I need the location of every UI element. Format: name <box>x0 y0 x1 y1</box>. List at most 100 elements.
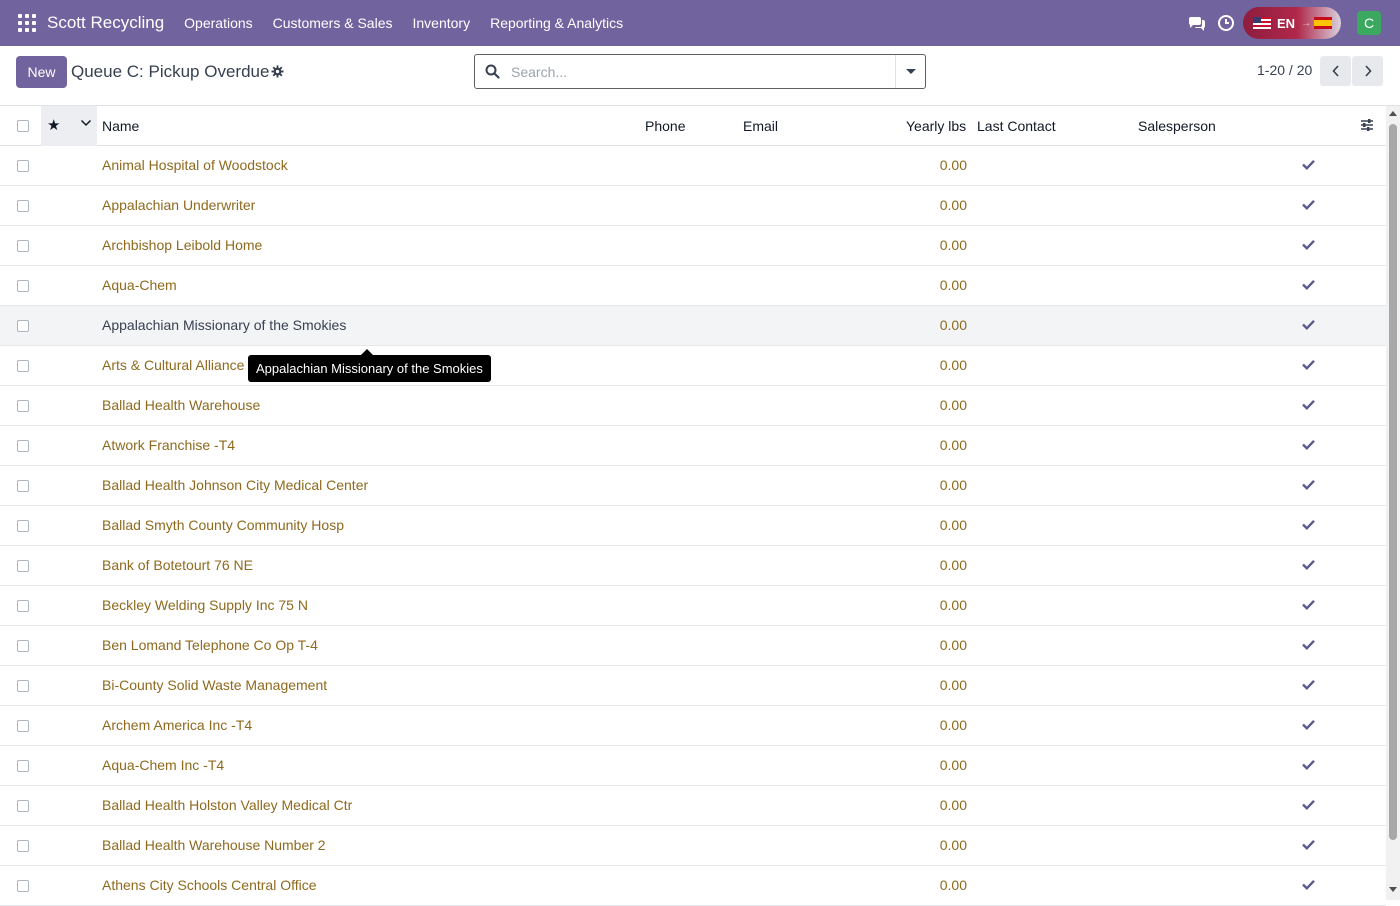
app-grid-icon[interactable] <box>18 14 36 32</box>
optional-columns-icon[interactable] <box>1360 118 1374 132</box>
row-checkbox[interactable] <box>17 760 29 772</box>
row-checkbox[interactable] <box>17 680 29 692</box>
menu-item-operations[interactable]: Operations <box>174 15 262 31</box>
scrollbar-thumb[interactable] <box>1389 124 1397 840</box>
column-header-last-contact[interactable]: Last Contact <box>977 118 1056 134</box>
menu-item-customers-sales[interactable]: Customers & Sales <box>263 15 403 31</box>
row-name[interactable]: Bi-County Solid Waste Management <box>102 677 327 693</box>
table-row[interactable]: Ballad Health Warehouse Number 2 0.00 <box>0 826 1386 866</box>
table-row[interactable]: Ben Lomand Telephone Co Op T-4 0.00 <box>0 626 1386 666</box>
table-row[interactable]: Archbishop Leibold Home 0.00 <box>0 226 1386 266</box>
row-name[interactable]: Arts & Cultural Alliance <box>102 357 244 373</box>
row-name[interactable]: Aqua-Chem <box>102 277 177 293</box>
star-icon[interactable]: ★ <box>47 116 60 134</box>
row-name[interactable]: Athens City Schools Central Office <box>102 877 317 893</box>
table-row[interactable]: Aqua-Chem 0.00 <box>0 266 1386 306</box>
main-menu: Operations Customers & Sales Inventory R… <box>174 15 633 31</box>
table-row[interactable]: Arts & Cultural Alliance 0.00 <box>0 346 1386 386</box>
menu-item-reporting-analytics[interactable]: Reporting & Analytics <box>480 15 633 31</box>
row-name[interactable]: Ballad Health Warehouse <box>102 397 260 413</box>
row-checkbox[interactable] <box>17 480 29 492</box>
new-button[interactable]: New <box>16 56 67 88</box>
search-options-toggle[interactable] <box>895 55 925 88</box>
row-checkbox[interactable] <box>17 240 29 252</box>
row-yearly-lbs: 0.00 <box>939 357 967 373</box>
row-checkbox[interactable] <box>17 200 29 212</box>
language-code: EN <box>1277 15 1296 31</box>
pager-next-button[interactable] <box>1352 56 1383 86</box>
row-name[interactable]: Archem America Inc -T4 <box>102 717 252 733</box>
user-avatar[interactable]: C <box>1357 11 1381 35</box>
row-checkbox[interactable] <box>17 520 29 532</box>
pager-previous-button[interactable] <box>1320 56 1351 86</box>
gear-icon[interactable] <box>271 65 284 78</box>
table-row[interactable]: Aqua-Chem Inc -T4 0.00 <box>0 746 1386 786</box>
row-name[interactable]: Beckley Welding Supply Inc 75 N <box>102 597 308 613</box>
table-row[interactable]: Appalachian Underwriter 0.00 <box>0 186 1386 226</box>
row-name[interactable]: Bank of Botetourt 76 NE <box>102 557 253 573</box>
row-name[interactable]: Ben Lomand Telephone Co Op T-4 <box>102 637 318 653</box>
checkmark-icon <box>1302 239 1315 250</box>
name-tooltip: Appalachian Missionary of the Smokies <box>248 349 491 382</box>
checkmark-icon <box>1302 199 1315 210</box>
select-all-checkbox[interactable] <box>17 120 29 132</box>
search-input[interactable] <box>511 63 881 80</box>
control-panel: New Queue C: Pickup Overdue 1-20 / 20 <box>0 46 1400 106</box>
row-checkbox[interactable] <box>17 800 29 812</box>
row-name[interactable]: Animal Hospital of Woodstock <box>102 157 288 173</box>
menu-item-inventory[interactable]: Inventory <box>402 15 480 31</box>
row-name[interactable]: Ballad Smyth County Community Hosp <box>102 517 344 533</box>
row-name[interactable]: Atwork Franchise -T4 <box>102 437 235 453</box>
row-checkbox[interactable] <box>17 400 29 412</box>
row-checkbox[interactable] <box>17 640 29 652</box>
vertical-scrollbar[interactable] <box>1386 106 1400 900</box>
row-checkbox[interactable] <box>17 280 29 292</box>
row-checkbox[interactable] <box>17 880 29 892</box>
checkmark-icon <box>1302 279 1315 290</box>
table-row[interactable]: Bank of Botetourt 76 NE 0.00 <box>0 546 1386 586</box>
chat-icon[interactable] <box>1187 13 1207 33</box>
row-name[interactable]: Ballad Health Johnson City Medical Cente… <box>102 477 368 493</box>
row-checkbox[interactable] <box>17 720 29 732</box>
table-row[interactable]: Ballad Smyth County Community Hosp 0.00 <box>0 506 1386 546</box>
table-row[interactable]: Atwork Franchise -T4 0.00 <box>0 426 1386 466</box>
column-header-yearly-lbs[interactable]: Yearly lbs <box>906 118 966 134</box>
navbar-systray: EN → C <box>1187 0 1400 46</box>
column-header-phone[interactable]: Phone <box>645 118 685 134</box>
row-checkbox[interactable] <box>17 320 29 332</box>
table-row[interactable]: Animal Hospital of Woodstock 0.00 <box>0 146 1386 186</box>
row-checkbox[interactable] <box>17 160 29 172</box>
row-name[interactable]: Appalachian Underwriter <box>102 197 255 213</box>
table-row[interactable]: Ballad Health Warehouse 0.00 <box>0 386 1386 426</box>
row-name[interactable]: Ballad Health Holston Valley Medical Ctr <box>102 797 352 813</box>
row-checkbox[interactable] <box>17 360 29 372</box>
row-name[interactable]: Archbishop Leibold Home <box>102 237 262 253</box>
row-yearly-lbs: 0.00 <box>939 237 967 253</box>
table-row[interactable]: Ballad Health Johnson City Medical Cente… <box>0 466 1386 506</box>
table-row[interactable]: Athens City Schools Central Office 0.00 <box>0 866 1386 906</box>
pager-value[interactable]: 1-20 / 20 <box>1257 62 1312 78</box>
row-name[interactable]: Appalachian Missionary of the Smokies <box>102 317 346 333</box>
app-brand[interactable]: Scott Recycling <box>47 13 164 33</box>
scroll-down-arrow-icon[interactable] <box>1389 887 1397 892</box>
scroll-up-arrow-icon[interactable] <box>1389 111 1397 116</box>
activity-clock-icon[interactable] <box>1217 14 1235 32</box>
row-yearly-lbs: 0.00 <box>939 517 967 533</box>
table-row[interactable]: Beckley Welding Supply Inc 75 N 0.00 <box>0 586 1386 626</box>
table-row[interactable]: Archem America Inc -T4 0.00 <box>0 706 1386 746</box>
row-name[interactable]: Aqua-Chem Inc -T4 <box>102 757 224 773</box>
row-checkbox[interactable] <box>17 840 29 852</box>
column-header-email[interactable]: Email <box>743 118 778 134</box>
chevron-down-icon[interactable] <box>80 118 92 128</box>
row-checkbox[interactable] <box>17 600 29 612</box>
row-checkbox[interactable] <box>17 560 29 572</box>
table-row[interactable]: Ballad Health Holston Valley Medical Ctr… <box>0 786 1386 826</box>
column-header-name[interactable]: Name <box>102 118 139 134</box>
row-name[interactable]: Ballad Health Warehouse Number 2 <box>102 837 326 853</box>
column-header-salesperson[interactable]: Salesperson <box>1138 118 1216 134</box>
row-yearly-lbs: 0.00 <box>939 797 967 813</box>
table-row[interactable]: Appalachian Missionary of the Smokies 0.0… <box>0 306 1386 346</box>
table-row[interactable]: Bi-County Solid Waste Management 0.00 <box>0 666 1386 706</box>
language-switcher[interactable]: EN → <box>1243 7 1341 39</box>
row-checkbox[interactable] <box>17 440 29 452</box>
